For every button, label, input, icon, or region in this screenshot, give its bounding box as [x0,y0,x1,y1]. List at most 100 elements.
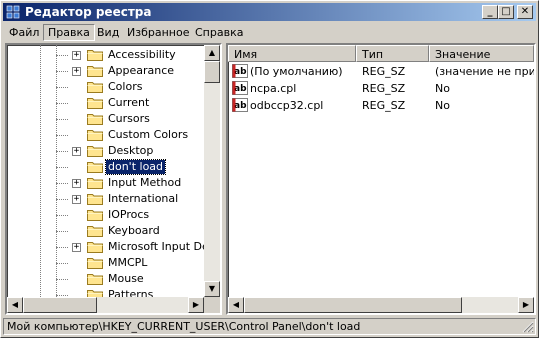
status-path: Мой компьютер\HKEY_CURRENT_USER\Control … [7,320,361,333]
tree-item[interactable]: Custom Colors [7,127,204,143]
scroll-left-button[interactable]: ◀ [228,297,244,313]
tree-item[interactable]: + Microsoft Input Devi [7,239,218,255]
tree-connector [56,183,68,184]
value-type: REG_SZ [362,65,406,78]
registry-editor-icon [6,5,20,19]
string-value-icon: ab [232,64,248,78]
expand-plus-icon[interactable]: + [72,51,81,60]
title-bar[interactable]: Редактор реестра _ □ ✕ [3,3,536,21]
menu-file[interactable]: Файл [5,25,43,40]
tree-connector [56,103,68,104]
tree-item-label: Mouse [108,272,144,285]
tree-item-label: Keyboard [108,224,160,237]
tree-connector [56,167,68,168]
tree-item-label: don't load [104,159,167,175]
tree-connector [56,295,68,296]
tree-connector [56,151,68,152]
expand-plus-icon[interactable]: + [72,67,81,76]
tree-connector [56,199,68,200]
list-horizontal-scrollbar[interactable]: ◀ ▶ [228,297,534,313]
tree-item-label: Custom Colors [108,128,189,141]
minimize-button[interactable]: _ [482,5,498,19]
registry-editor-window: Редактор реестра _ □ ✕ Файл Правка Вид И… [0,0,539,338]
list-item[interactable]: ab ncpa.cpl REG_SZ No [228,80,534,97]
folder-icon [87,272,103,285]
folder-icon [87,208,103,221]
scroll-left-button[interactable]: ◀ [7,297,23,313]
scroll-thumb[interactable] [204,61,220,83]
column-header-value[interactable]: Значение [429,45,534,62]
tree-item[interactable]: MMCPL [7,255,204,271]
tree-connector [56,215,68,216]
tree-item[interactable]: + Desktop [7,143,204,159]
scroll-right-button[interactable]: ▶ [518,297,534,313]
scroll-down-button[interactable]: ▼ [204,281,220,297]
tree-item[interactable]: IOProcs [7,207,204,223]
folder-icon [87,48,103,61]
string-value-icon: ab [232,81,248,95]
tree-item[interactable]: don't load [7,159,204,175]
tree-item[interactable]: + Input Method [7,175,204,191]
key-tree-pane[interactable]: + Accessibility + Appearance Colors Current Cu… [5,43,222,315]
svg-text:ab: ab [234,101,247,111]
tree-item-label: IOProcs [108,208,150,221]
tree-connector [56,87,68,88]
value-data: No [435,82,450,95]
tree-item[interactable]: Colors [7,79,204,95]
values-list-pane[interactable]: Имя Тип Значение ab (По умолчанию) REG_SZ(… [226,43,536,315]
tree-connector [56,263,68,264]
svg-text:ab: ab [234,84,247,94]
list-item[interactable]: ab(По умолчанию) REG_SZ (значение не присв [228,63,534,80]
folder-icon [87,128,103,141]
tree-item[interactable]: + Appearance [7,63,204,79]
folder-icon [87,160,103,173]
window-title: Редактор реестра [25,5,152,19]
folder-icon [87,240,103,253]
folder-icon [87,96,103,109]
column-header-name[interactable]: Имя [228,45,356,62]
tree-connector [56,247,68,248]
expand-plus-icon[interactable]: + [72,243,81,252]
tree-item-label: Current [108,96,150,109]
value-data: No [435,99,450,112]
tree-horizontal-scrollbar[interactable]: ◀ ▶ [7,297,204,313]
tree-item-label: Cursors [108,112,150,125]
folder-icon [87,176,103,189]
tree-connector [56,55,68,56]
tree-item[interactable]: + Accessibility [7,47,204,63]
scrollbar-corner [204,297,220,313]
close-button[interactable]: ✕ [517,5,533,19]
value-type: REG_SZ [362,99,406,112]
expand-plus-icon[interactable]: + [72,147,81,156]
scroll-thumb[interactable] [244,297,462,313]
tree-item-label: Appearance [108,64,175,77]
scroll-right-button[interactable]: ▶ [188,297,204,313]
tree-vertical-scrollbar[interactable]: ▲ ▼ [204,45,220,297]
svg-text:ab: ab [234,67,247,77]
tree-item-label: MMCPL [108,256,148,269]
maximize-button[interactable]: □ [498,5,514,19]
tree-connector [56,279,68,280]
menu-favorites[interactable]: Избранное [123,25,193,40]
tree-connector [56,135,68,136]
expand-plus-icon[interactable]: + [72,179,81,188]
tree-item[interactable]: Cursors [7,111,204,127]
value-name: odbccp32.cpl [250,99,324,112]
tree-guide-line [40,45,41,297]
tree-item[interactable]: + International [7,191,204,207]
value-name: (По умолчанию) [250,65,343,78]
list-item[interactable]: ab odbccp32.cpl REG_SZ No [228,97,534,114]
tree-item[interactable]: Keyboard [7,223,204,239]
resize-grip-icon[interactable] [522,321,534,333]
menu-edit[interactable]: Правка [43,24,95,41]
menu-view[interactable]: Вид [93,25,123,40]
folder-icon [87,64,103,77]
tree-item[interactable]: Current [7,95,204,111]
value-data: (значение не присв [435,65,534,78]
expand-plus-icon[interactable]: + [72,195,81,204]
menu-help[interactable]: Справка [191,25,247,40]
scroll-thumb[interactable] [23,297,97,313]
tree-item[interactable]: Mouse [7,271,204,287]
scroll-up-button[interactable]: ▲ [204,45,220,61]
column-header-type[interactable]: Тип [356,45,429,62]
